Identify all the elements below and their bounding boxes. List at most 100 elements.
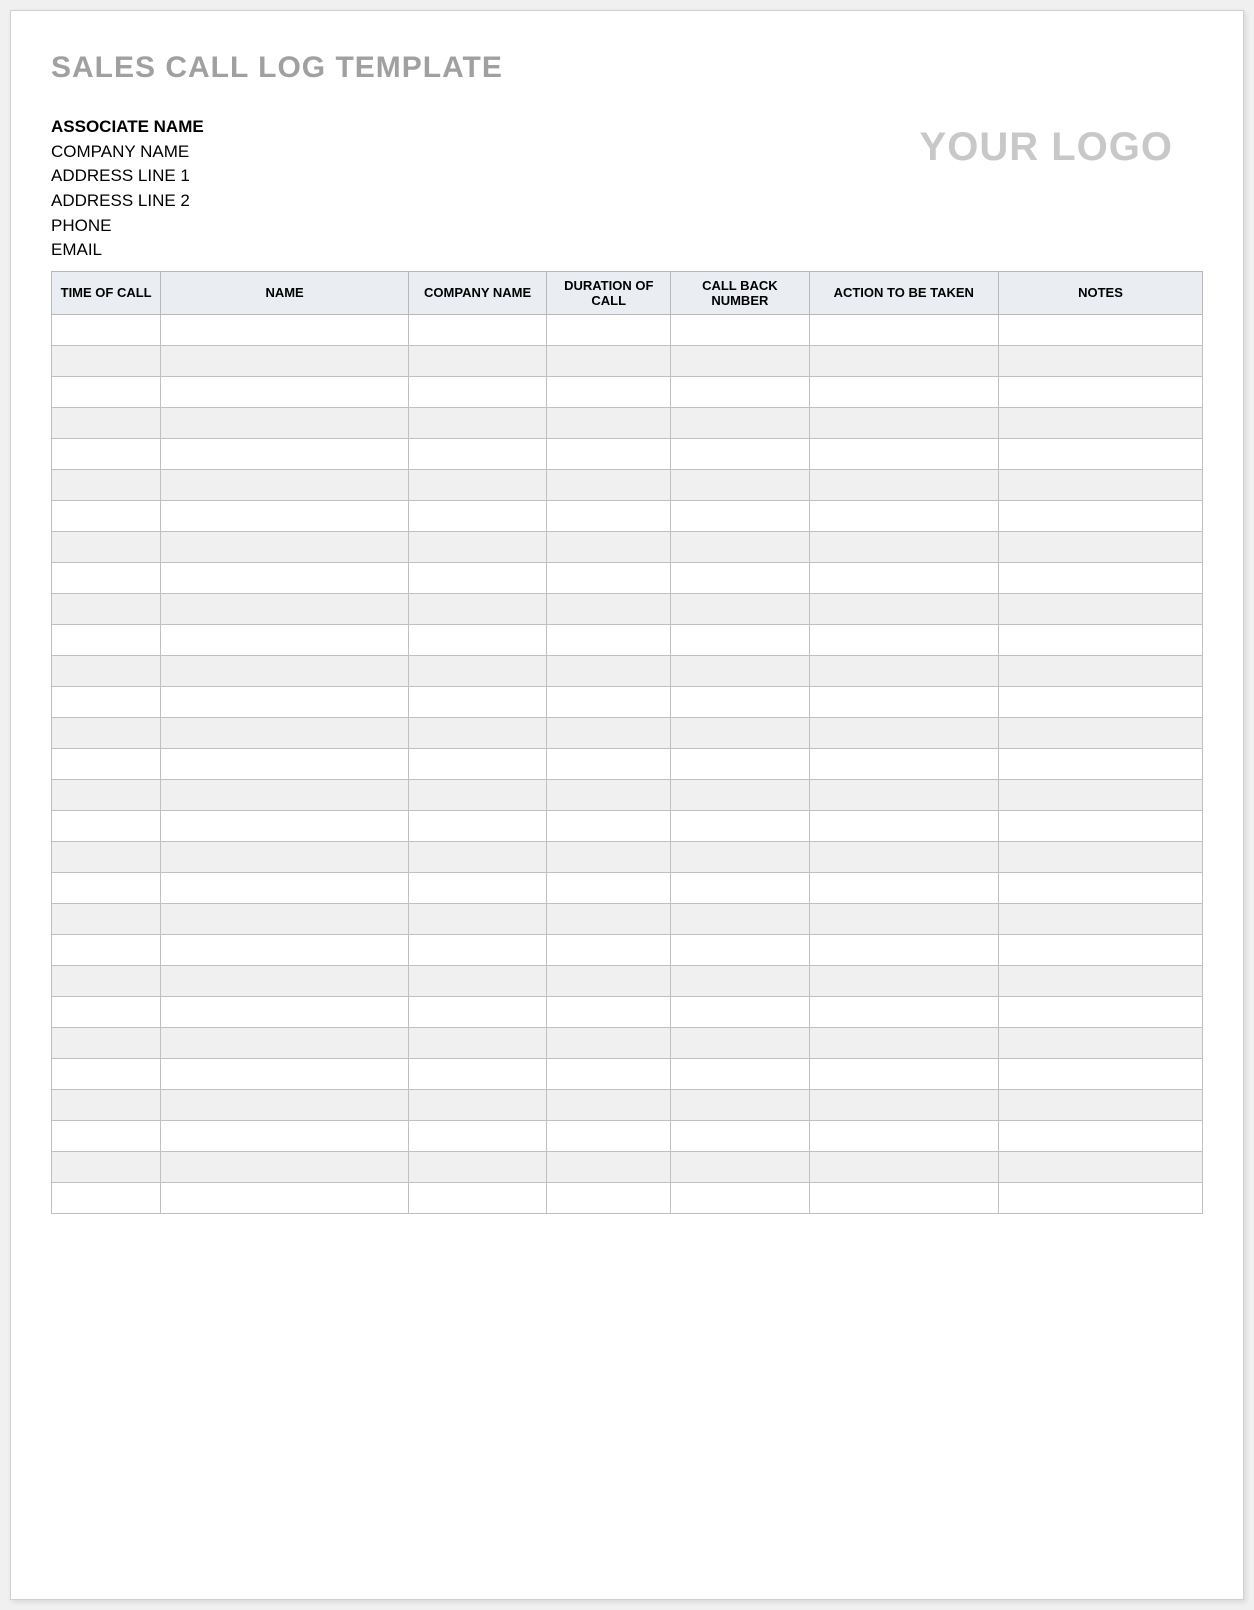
table-cell[interactable] bbox=[547, 965, 671, 996]
table-cell[interactable] bbox=[809, 779, 998, 810]
table-cell[interactable] bbox=[809, 345, 998, 376]
table-cell[interactable] bbox=[408, 345, 546, 376]
table-cell[interactable] bbox=[52, 655, 161, 686]
table-cell[interactable] bbox=[52, 438, 161, 469]
table-cell[interactable] bbox=[671, 934, 809, 965]
table-cell[interactable] bbox=[809, 965, 998, 996]
table-cell[interactable] bbox=[547, 903, 671, 934]
table-cell[interactable] bbox=[998, 1120, 1202, 1151]
table-cell[interactable] bbox=[998, 779, 1202, 810]
table-cell[interactable] bbox=[52, 1182, 161, 1213]
table-cell[interactable] bbox=[408, 1089, 546, 1120]
table-cell[interactable] bbox=[161, 469, 409, 500]
table-cell[interactable] bbox=[809, 810, 998, 841]
table-cell[interactable] bbox=[52, 841, 161, 872]
table-cell[interactable] bbox=[671, 407, 809, 438]
table-cell[interactable] bbox=[408, 376, 546, 407]
table-cell[interactable] bbox=[998, 841, 1202, 872]
table-cell[interactable] bbox=[547, 531, 671, 562]
table-cell[interactable] bbox=[161, 376, 409, 407]
table-cell[interactable] bbox=[547, 500, 671, 531]
table-cell[interactable] bbox=[547, 376, 671, 407]
table-cell[interactable] bbox=[809, 748, 998, 779]
table-cell[interactable] bbox=[671, 1151, 809, 1182]
table-cell[interactable] bbox=[52, 872, 161, 903]
table-cell[interactable] bbox=[998, 686, 1202, 717]
table-cell[interactable] bbox=[408, 1120, 546, 1151]
table-cell[interactable] bbox=[809, 841, 998, 872]
table-cell[interactable] bbox=[671, 345, 809, 376]
table-cell[interactable] bbox=[998, 624, 1202, 655]
table-cell[interactable] bbox=[52, 810, 161, 841]
table-cell[interactable] bbox=[998, 562, 1202, 593]
table-cell[interactable] bbox=[998, 469, 1202, 500]
table-cell[interactable] bbox=[809, 1120, 998, 1151]
table-cell[interactable] bbox=[408, 562, 546, 593]
table-cell[interactable] bbox=[52, 903, 161, 934]
table-cell[interactable] bbox=[547, 655, 671, 686]
table-cell[interactable] bbox=[161, 717, 409, 748]
table-cell[interactable] bbox=[52, 624, 161, 655]
table-cell[interactable] bbox=[161, 748, 409, 779]
table-cell[interactable] bbox=[998, 531, 1202, 562]
table-cell[interactable] bbox=[671, 1027, 809, 1058]
table-cell[interactable] bbox=[52, 407, 161, 438]
table-cell[interactable] bbox=[998, 996, 1202, 1027]
table-cell[interactable] bbox=[408, 624, 546, 655]
table-cell[interactable] bbox=[547, 1120, 671, 1151]
table-cell[interactable] bbox=[998, 717, 1202, 748]
table-cell[interactable] bbox=[671, 1120, 809, 1151]
table-cell[interactable] bbox=[998, 593, 1202, 624]
table-cell[interactable] bbox=[161, 1151, 409, 1182]
table-cell[interactable] bbox=[408, 841, 546, 872]
table-cell[interactable] bbox=[52, 1089, 161, 1120]
table-cell[interactable] bbox=[998, 345, 1202, 376]
table-cell[interactable] bbox=[408, 438, 546, 469]
table-cell[interactable] bbox=[998, 1182, 1202, 1213]
table-cell[interactable] bbox=[408, 593, 546, 624]
table-cell[interactable] bbox=[52, 531, 161, 562]
table-cell[interactable] bbox=[161, 500, 409, 531]
table-cell[interactable] bbox=[408, 903, 546, 934]
table-cell[interactable] bbox=[809, 655, 998, 686]
table-cell[interactable] bbox=[998, 934, 1202, 965]
table-cell[interactable] bbox=[547, 562, 671, 593]
table-cell[interactable] bbox=[161, 407, 409, 438]
table-cell[interactable] bbox=[998, 438, 1202, 469]
table-cell[interactable] bbox=[671, 624, 809, 655]
table-cell[interactable] bbox=[408, 1058, 546, 1089]
table-cell[interactable] bbox=[161, 1120, 409, 1151]
table-cell[interactable] bbox=[547, 717, 671, 748]
table-cell[interactable] bbox=[671, 872, 809, 903]
table-cell[interactable] bbox=[161, 810, 409, 841]
table-cell[interactable] bbox=[809, 407, 998, 438]
table-cell[interactable] bbox=[52, 1027, 161, 1058]
table-cell[interactable] bbox=[998, 376, 1202, 407]
table-cell[interactable] bbox=[547, 407, 671, 438]
table-cell[interactable] bbox=[998, 748, 1202, 779]
table-cell[interactable] bbox=[809, 1151, 998, 1182]
table-cell[interactable] bbox=[809, 469, 998, 500]
table-cell[interactable] bbox=[671, 717, 809, 748]
table-cell[interactable] bbox=[161, 686, 409, 717]
table-cell[interactable] bbox=[408, 407, 546, 438]
table-cell[interactable] bbox=[671, 314, 809, 345]
table-cell[interactable] bbox=[547, 1182, 671, 1213]
table-cell[interactable] bbox=[809, 438, 998, 469]
table-cell[interactable] bbox=[998, 1027, 1202, 1058]
table-cell[interactable] bbox=[809, 1089, 998, 1120]
table-cell[interactable] bbox=[161, 593, 409, 624]
table-cell[interactable] bbox=[408, 965, 546, 996]
table-cell[interactable] bbox=[161, 841, 409, 872]
table-cell[interactable] bbox=[161, 872, 409, 903]
table-cell[interactable] bbox=[408, 686, 546, 717]
table-cell[interactable] bbox=[161, 531, 409, 562]
table-cell[interactable] bbox=[671, 965, 809, 996]
table-cell[interactable] bbox=[161, 1058, 409, 1089]
table-cell[interactable] bbox=[671, 562, 809, 593]
table-cell[interactable] bbox=[809, 624, 998, 655]
table-cell[interactable] bbox=[547, 314, 671, 345]
table-cell[interactable] bbox=[52, 717, 161, 748]
table-cell[interactable] bbox=[547, 841, 671, 872]
table-cell[interactable] bbox=[408, 779, 546, 810]
